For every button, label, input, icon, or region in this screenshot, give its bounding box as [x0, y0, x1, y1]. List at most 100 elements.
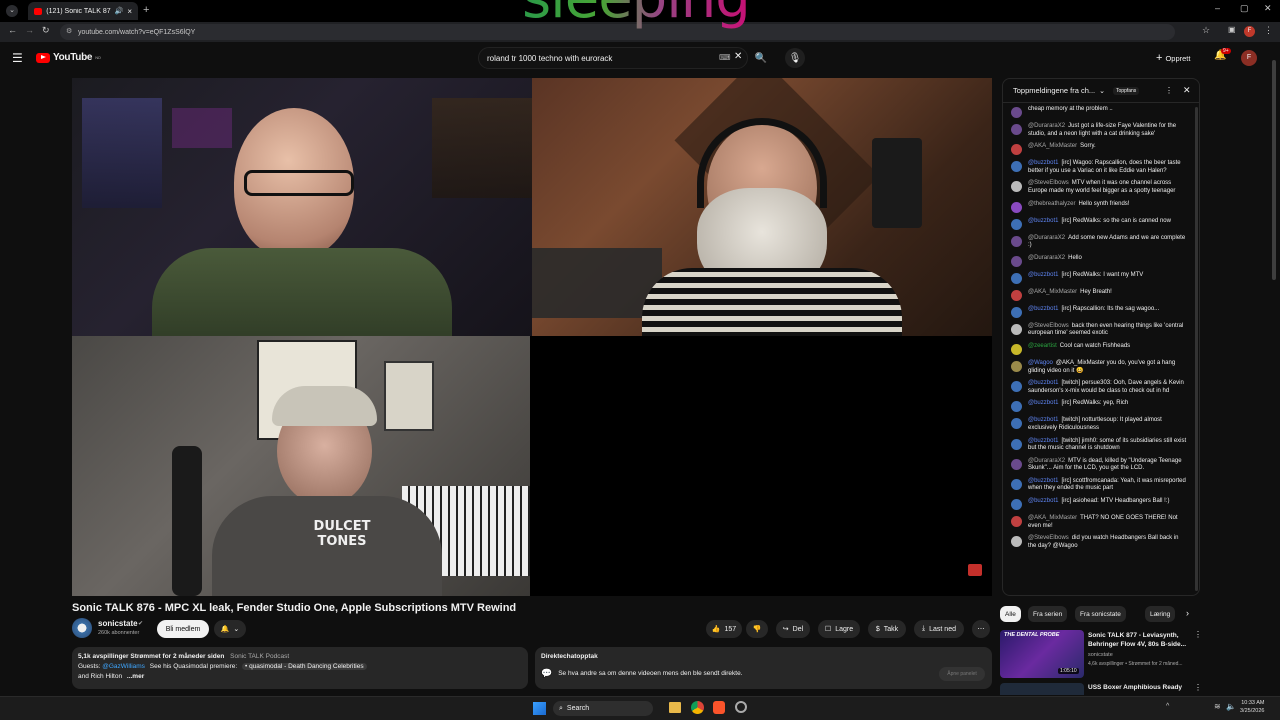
voice-search-icon[interactable]: 🎙 [785, 48, 805, 68]
page-scrollbar[interactable] [1272, 60, 1276, 280]
chat-author-name[interactable]: @buzzbot1 [1028, 160, 1058, 166]
chrome-icon[interactable] [691, 701, 704, 714]
chat-author-name[interactable]: @zeeartist [1028, 343, 1057, 349]
chat-author-name[interactable]: @SteveElbows [1028, 180, 1069, 186]
chat-message[interactable]: @buzzbot1 [irc] Wagoo: Rapscallion, does … [1003, 159, 1199, 176]
chip-from-channel[interactable]: Fra sonicstate [1075, 606, 1126, 622]
dislike-button[interactable]: 👎 [746, 620, 768, 638]
chat-message[interactable]: @zeeartist Cool can watch Fishheads [1003, 342, 1199, 356]
chat-message[interactable]: @AKA_MixMaster Sorry. [1003, 142, 1199, 156]
search-button[interactable]: 🔍 [751, 48, 771, 68]
chat-author-name[interactable]: @buzzbot1 [1028, 478, 1058, 484]
more-actions-button[interactable]: ⋯ [972, 620, 990, 638]
bookmark-star-icon[interactable]: ☆ [1202, 25, 1210, 36]
chat-author-name[interactable]: @AKA_MixMaster [1028, 143, 1077, 149]
chat-author-name[interactable]: @buzzbot1 [1028, 272, 1058, 278]
rec-more-icon[interactable]: ⋮ [1194, 630, 1202, 639]
taskbar-search-box[interactable]: ⌕ Search [553, 701, 653, 716]
chat-author-name[interactable]: @buzzbot1 [1028, 417, 1058, 423]
clock[interactable]: 10:33 AM 3/25/2026 [1240, 700, 1264, 715]
account-avatar[interactable]: F [1241, 50, 1257, 66]
chevron-right-icon[interactable]: › [1186, 608, 1189, 618]
forward-icon[interactable]: → [25, 25, 34, 35]
chat-author-name[interactable]: @buzzbot1 [1028, 380, 1058, 386]
app-icon[interactable] [735, 701, 747, 713]
join-member-button[interactable]: Bli medlem [157, 620, 209, 638]
podcast-link[interactable]: Sonic TALK Podcast [230, 653, 289, 660]
chat-message[interactable]: @buzzbot1 [twitch] notturtlesoup: It play… [1003, 416, 1199, 433]
chat-author-name[interactable]: @buzzbot1 [1028, 218, 1058, 224]
window-minimize-icon[interactable]: – [1215, 3, 1220, 13]
chip-all[interactable]: Alle [1000, 606, 1021, 622]
browser-menu-icon[interactable]: ⋮ [1264, 25, 1273, 36]
wifi-icon[interactable]: ≋ [1214, 702, 1221, 711]
chat-message[interactable]: @Wagoo @AKA_MixMaster you do, you've got … [1003, 359, 1199, 376]
show-more-link[interactable]: ...mer [127, 673, 144, 680]
chat-message[interactable]: @buzzbot1 [irc] RedWalks: I want my MTV [1003, 271, 1199, 285]
chat-author-name[interactable]: @SteveElbows [1028, 323, 1069, 329]
chat-message[interactable]: @buzzbot1 [twitch] persue303: Ooh, Dave a… [1003, 379, 1199, 396]
site-info-icon[interactable]: ⚙ [66, 27, 72, 35]
extensions-icon[interactable]: ▣ [1228, 25, 1236, 34]
chat-message[interactable]: @DurararaX2 Hello [1003, 254, 1199, 268]
keyboard-icon[interactable]: ⌨ [719, 53, 731, 62]
chat-author-name[interactable]: @DurararaX2 [1028, 123, 1065, 129]
chip-from-series[interactable]: Fra serien [1028, 606, 1068, 622]
chat-message[interactable]: @AKA_MixMaster THAT? NO ONE GOES THERE! N… [1003, 514, 1199, 531]
thanks-button[interactable]: $ Takk [868, 620, 906, 638]
chat-mode-dropdown[interactable]: Toppmeldingene fra ch... [1013, 86, 1095, 95]
tab-search-button[interactable]: ⌄ [6, 5, 18, 17]
chat-message[interactable]: @thebreathalyzer Hello synth friends! [1003, 200, 1199, 214]
window-close-icon[interactable]: ✕ [1264, 3, 1272, 14]
chat-message[interactable]: @buzzbot1 [irc] RedWalks: so the can is c… [1003, 217, 1199, 231]
youtube-logo[interactable]: YouTube NO [36, 52, 101, 63]
quasimodal-link[interactable]: • quasimodal - Death Dancing Celebrities [242, 663, 367, 670]
create-button[interactable]: + Opprett [1156, 50, 1190, 66]
browser-tab[interactable]: (121) Sonic TALK 876 - MPC 🔊 × [28, 2, 138, 20]
windows-start-icon[interactable] [533, 702, 546, 715]
back-icon[interactable]: ← [8, 25, 17, 35]
like-button[interactable]: 👍 157 [706, 620, 742, 638]
subscribe-bell-button[interactable]: 🔔 ⌄ [214, 620, 246, 638]
chat-message[interactable]: @buzzbot1 [irc] asiohead: MTV Headbangers… [1003, 497, 1199, 511]
file-explorer-icon[interactable] [669, 702, 681, 713]
chat-author-name[interactable]: @DurararaX2 [1028, 235, 1065, 241]
download-button[interactable]: ⤓ Last ned [914, 620, 964, 638]
video-player[interactable]: DULCET TONES [72, 78, 992, 596]
save-button[interactable]: ☐ Lagre [818, 620, 860, 638]
description-box[interactable]: 5,1k avspillinger Strømmet for 2 måneder… [72, 647, 528, 689]
clear-search-icon[interactable]: ✕ [734, 51, 742, 62]
volume-icon[interactable]: 🔈 [1226, 702, 1236, 711]
tray-chevron-icon[interactable]: ^ [1166, 703, 1169, 710]
top-fan-badge[interactable]: Toppfans [1113, 86, 1140, 95]
chat-author-name[interactable]: @buzzbot1 [1028, 400, 1058, 406]
chat-author-name[interactable]: @DurararaX2 [1028, 255, 1065, 261]
new-tab-button[interactable]: + [143, 4, 149, 16]
window-maximize-icon[interactable]: ▢ [1240, 3, 1249, 14]
channel-name[interactable]: sonicstate [98, 619, 138, 628]
chat-author-name[interactable]: @AKA_MixMaster [1028, 515, 1077, 521]
chat-message[interactable]: @DurararaX2 MTV is dead, killed by "Under… [1003, 457, 1199, 474]
hamburger-menu-icon[interactable]: ☰ [12, 51, 23, 65]
recommended-video-2[interactable]: USS Boxer Amphibious Ready ⋮ [1000, 683, 1202, 695]
chat-message[interactable]: @DurararaX2 Just got a life-size Faye Val… [1003, 122, 1199, 139]
profile-avatar[interactable]: F [1244, 26, 1255, 37]
open-panel-button[interactable]: Åpne panelet [939, 667, 985, 681]
reload-icon[interactable]: ↻ [42, 25, 50, 36]
chat-author-name[interactable]: @buzzbot1 [1028, 498, 1058, 504]
chat-message[interactable]: @DurararaX2 Add some new Adams and we are… [1003, 234, 1199, 251]
chat-author-name[interactable]: @SteveElbows [1028, 535, 1069, 541]
recommended-video-1[interactable]: THE DENTAL PROBE 1:05:10 Sonic TALK 877 … [1000, 630, 1202, 680]
chat-scrollbar[interactable] [1195, 107, 1198, 591]
search-input[interactable]: roland tr 1000 techno with eurorack ⌨ ✕ [478, 47, 748, 69]
channel-avatar[interactable] [72, 618, 92, 638]
chat-close-icon[interactable]: ✕ [1183, 85, 1191, 96]
youtube-watermark-icon[interactable] [968, 564, 982, 576]
chat-message[interactable]: @SteveElbows back then even hearing thing… [1003, 322, 1199, 339]
brave-icon[interactable] [713, 701, 725, 714]
chat-message[interactable]: @SteveElbows MTV when it was one channel … [1003, 179, 1199, 196]
chat-author-name[interactable]: @thebreathalyzer [1028, 201, 1075, 207]
chat-message[interactable]: @AKA_MixMaster Hey Breath! [1003, 288, 1199, 302]
chevron-down-icon[interactable]: ⌄ [1099, 87, 1105, 95]
chat-message[interactable]: @buzzbot1 [twitch] jimh0: some of its sub… [1003, 437, 1199, 454]
